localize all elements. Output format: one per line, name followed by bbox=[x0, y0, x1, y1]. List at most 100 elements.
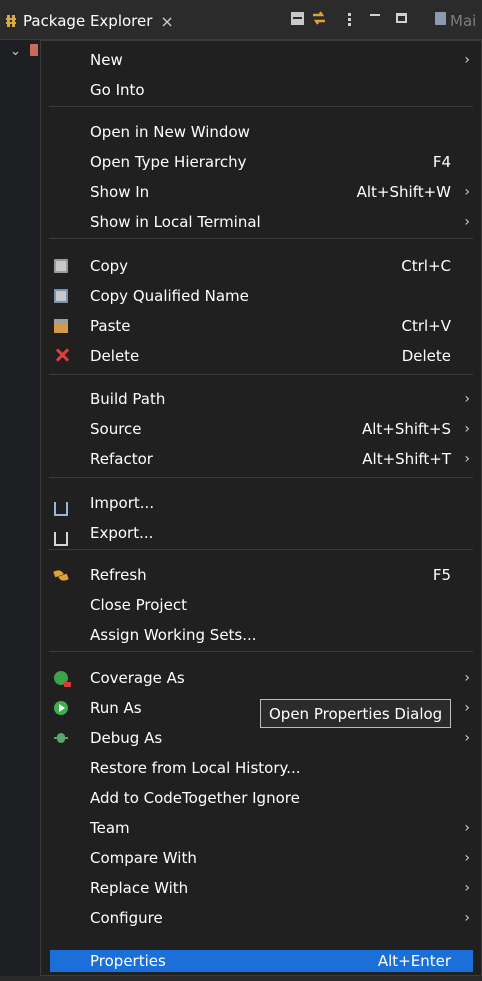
menu-item-label: Source bbox=[90, 420, 142, 438]
submenu-arrow-icon: › bbox=[464, 850, 470, 866]
menu-item-compare-with[interactable]: Compare With › bbox=[49, 844, 473, 872]
view-tab-bar: Package Explorer × Mai bbox=[0, 0, 482, 40]
menu-item-label: Assign Working Sets... bbox=[90, 626, 257, 644]
menu-item-source[interactable]: Source Alt+Shift+S › bbox=[49, 415, 473, 443]
copy-qualified-icon bbox=[54, 289, 68, 303]
submenu-arrow-icon: › bbox=[464, 451, 470, 467]
menu-separator bbox=[49, 238, 473, 239]
menu-item-label: Refresh bbox=[90, 566, 147, 584]
submenu-arrow-icon: › bbox=[464, 820, 470, 836]
submenu-arrow-icon: › bbox=[464, 184, 470, 200]
menu-item-restore-local-history[interactable]: Restore from Local History... bbox=[49, 754, 473, 782]
submenu-arrow-icon: › bbox=[464, 880, 470, 896]
menu-item-label: New bbox=[90, 51, 123, 69]
menu-item-debug-as[interactable]: Debug As › bbox=[49, 724, 473, 752]
menu-separator bbox=[49, 477, 473, 478]
menu-item-close-project[interactable]: Close Project bbox=[49, 591, 473, 619]
tab-label: Package Explorer bbox=[23, 12, 153, 30]
menu-item-label: Restore from Local History... bbox=[90, 759, 301, 777]
menu-item-label: Paste bbox=[90, 317, 131, 335]
refresh-icon bbox=[54, 568, 68, 582]
menu-item-team[interactable]: Team › bbox=[49, 814, 473, 842]
menu-item-copy-qualified-name[interactable]: Copy Qualified Name bbox=[49, 282, 473, 310]
package-explorer-icon bbox=[6, 14, 18, 28]
menu-item-label: Show in Local Terminal bbox=[90, 213, 261, 231]
collapse-all-icon[interactable] bbox=[288, 9, 306, 27]
menu-item-delete[interactable]: Delete Delete bbox=[49, 342, 473, 370]
chevron-down-icon[interactable]: ⌄ bbox=[10, 44, 21, 59]
view-menu-icon[interactable] bbox=[340, 9, 358, 27]
menu-item-label: Build Path bbox=[90, 390, 166, 408]
editor-tab-label[interactable]: Mai bbox=[450, 12, 476, 30]
menu-item-shortcut: Alt+Enter bbox=[377, 952, 451, 970]
submenu-arrow-icon: › bbox=[464, 670, 470, 686]
menu-item-add-codetogether-ignore[interactable]: Add to CodeTogether Ignore bbox=[49, 784, 473, 812]
menu-item-replace-with[interactable]: Replace With › bbox=[49, 874, 473, 902]
coverage-icon bbox=[54, 671, 71, 687]
menu-item-shortcut: Ctrl+V bbox=[401, 317, 451, 335]
menu-item-coverage-as[interactable]: Coverage As › bbox=[49, 664, 473, 692]
menu-item-label: Add to CodeTogether Ignore bbox=[90, 789, 300, 807]
delete-icon bbox=[54, 347, 68, 361]
minimize-icon[interactable] bbox=[366, 9, 384, 27]
menu-item-label: Copy bbox=[90, 257, 129, 275]
menu-item-shortcut: Alt+Shift+S bbox=[361, 420, 451, 438]
menu-separator bbox=[49, 549, 473, 550]
menu-item-shortcut: Alt+Shift+T bbox=[362, 450, 451, 468]
menu-item-show-in[interactable]: Show In Alt+Shift+W › bbox=[49, 178, 473, 206]
menu-item-import[interactable]: Import... bbox=[49, 489, 473, 517]
menu-item-shortcut: Ctrl+C bbox=[401, 257, 451, 275]
menu-item-label: Delete bbox=[90, 347, 140, 365]
menu-item-show-local-terminal[interactable]: Show in Local Terminal › bbox=[49, 208, 473, 236]
copy-icon bbox=[54, 259, 68, 273]
paste-icon bbox=[54, 319, 68, 333]
menu-item-label: Compare With bbox=[90, 849, 197, 867]
maximize-icon[interactable] bbox=[392, 9, 410, 27]
menu-item-go-into[interactable]: Go Into bbox=[49, 76, 473, 104]
menu-item-label: Close Project bbox=[90, 596, 187, 614]
menu-item-label: Export... bbox=[90, 524, 154, 542]
context-menu: New › Go Into Open in New Window Open Type H… bbox=[40, 40, 482, 976]
close-icon[interactable]: × bbox=[160, 12, 173, 31]
menu-item-label: Import... bbox=[90, 494, 155, 512]
menu-item-label: Copy Qualified Name bbox=[90, 287, 249, 305]
menu-item-assign-working-sets[interactable]: Assign Working Sets... bbox=[49, 621, 473, 649]
menu-item-refresh[interactable]: Refresh F5 bbox=[49, 561, 473, 589]
debug-icon bbox=[54, 731, 68, 745]
menu-item-open-new-window[interactable]: Open in New Window bbox=[49, 118, 473, 146]
menu-item-label: Run As bbox=[90, 699, 142, 717]
menu-item-open-type-hierarchy[interactable]: Open Type Hierarchy F4 bbox=[49, 148, 473, 176]
menu-item-configure[interactable]: Configure › bbox=[49, 904, 473, 932]
menu-item-build-path[interactable]: Build Path › bbox=[49, 385, 473, 413]
menu-item-properties[interactable]: Properties Alt+Enter bbox=[50, 950, 473, 972]
menu-item-label: Configure bbox=[90, 909, 163, 927]
link-with-editor-icon[interactable] bbox=[310, 9, 328, 27]
menu-item-label: Refactor bbox=[90, 450, 153, 468]
menu-item-copy[interactable]: Copy Ctrl+C bbox=[49, 252, 473, 280]
submenu-arrow-icon: › bbox=[464, 700, 470, 716]
menu-item-refactor[interactable]: Refactor Alt+Shift+T › bbox=[49, 445, 473, 473]
menu-separator bbox=[49, 374, 473, 375]
project-icon[interactable] bbox=[30, 44, 38, 56]
submenu-arrow-icon: › bbox=[464, 214, 470, 230]
menu-item-label: Open in New Window bbox=[90, 123, 250, 141]
menu-item-label: Show In bbox=[90, 183, 150, 201]
java-file-icon bbox=[431, 9, 449, 27]
menu-item-export[interactable]: Export... bbox=[49, 519, 473, 547]
menu-item-label: Properties bbox=[90, 952, 166, 970]
package-explorer-tab[interactable]: Package Explorer × bbox=[6, 8, 174, 34]
menu-item-paste[interactable]: Paste Ctrl+V bbox=[49, 312, 473, 340]
tooltip: Open Properties Dialog bbox=[260, 699, 452, 728]
menu-item-shortcut: Alt+Shift+W bbox=[356, 183, 451, 201]
submenu-arrow-icon: › bbox=[464, 910, 470, 926]
menu-item-label: Team bbox=[90, 819, 130, 837]
menu-item-label: Open Type Hierarchy bbox=[90, 153, 247, 171]
menu-separator bbox=[49, 651, 473, 652]
menu-item-label: Coverage As bbox=[90, 669, 185, 687]
submenu-arrow-icon: › bbox=[464, 52, 470, 68]
export-icon bbox=[54, 532, 68, 546]
menu-item-label: Replace With bbox=[90, 879, 189, 897]
menu-item-new[interactable]: New › bbox=[49, 46, 473, 74]
import-icon bbox=[54, 502, 68, 516]
menu-item-shortcut: Delete bbox=[401, 347, 451, 365]
